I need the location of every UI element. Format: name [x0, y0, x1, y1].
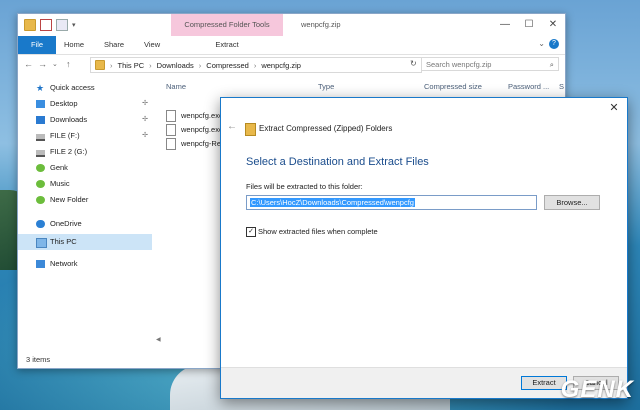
minimize-button[interactable]: — — [493, 14, 517, 36]
sidebar-item-new-folder[interactable]: New Folder — [18, 192, 152, 208]
address-bar[interactable]: › This PC › Downloads › Compressed › wen… — [90, 57, 422, 73]
column-header-compressed-size[interactable]: Compressed size — [424, 82, 482, 91]
zip-folder-icon — [245, 123, 256, 136]
desktop-icon — [36, 100, 45, 108]
destination-path-field[interactable]: C:\Users\HocZ\Downloads\Compressed\wenpc… — [246, 195, 537, 210]
browse-button[interactable]: Browse... — [544, 195, 600, 210]
column-header-name[interactable]: Name — [166, 82, 186, 91]
file-icon — [166, 138, 176, 151]
zip-folder-icon — [95, 60, 105, 70]
back-arrow-icon[interactable]: ← — [24, 59, 33, 69]
folder-icon — [36, 196, 45, 204]
sidebar-item-genk[interactable]: Genk — [18, 160, 152, 176]
column-header-type[interactable]: Type — [318, 82, 334, 91]
pin-icon: ✢ — [142, 100, 148, 107]
breadcrumb-downloads[interactable]: Downloads — [157, 61, 194, 70]
breadcrumb-this-pc[interactable]: This PC — [118, 61, 145, 70]
breadcrumb-compressed[interactable]: Compressed — [206, 61, 249, 70]
drive-icon — [36, 134, 45, 141]
breadcrumb-separator: › — [110, 60, 113, 70]
search-placeholder: Search wenpcfg.zip — [426, 60, 492, 69]
star-icon: ★ — [36, 83, 45, 93]
list-item[interactable]: wenpcfg.exe — [166, 109, 223, 123]
sidebar-item-music[interactable]: Music — [18, 176, 152, 192]
show-files-label[interactable]: Show extracted files when complete — [258, 227, 378, 236]
help-icon[interactable]: ? — [549, 39, 559, 49]
sidebar-item-desktop[interactable]: Desktop ✢ — [18, 96, 152, 112]
list-item[interactable]: wenpcfg.exe — [166, 123, 223, 137]
breadcrumb-wenpcfg-zip[interactable]: wenpcfg.zip — [261, 61, 301, 70]
network-icon — [36, 260, 45, 268]
search-input[interactable]: Search wenpcfg.zip ⌕ — [421, 57, 559, 71]
scroll-left-icon[interactable]: ◀ — [156, 337, 161, 343]
sidebar-item-file-2-g[interactable]: FILE 2 (G:) — [18, 144, 152, 160]
tab-share[interactable]: Share — [104, 36, 124, 54]
column-header-size[interactable]: S — [559, 82, 564, 91]
breadcrumb-separator: › — [149, 60, 152, 70]
quick-access-toolbar: ▾ — [24, 19, 76, 31]
status-bar-item-count: 3 items — [26, 355, 51, 364]
watermark-logo: GENK — [560, 376, 634, 403]
tab-view[interactable]: View — [144, 36, 160, 54]
exe-file-icon — [166, 110, 176, 123]
folder-icon — [36, 164, 45, 172]
pin-icon: ✢ — [142, 132, 148, 139]
tab-file[interactable]: File — [18, 36, 56, 54]
dialog-close-button[interactable]: ✕ — [605, 100, 623, 116]
show-files-checkbox[interactable]: ✓ — [246, 227, 256, 237]
destination-label: Files will be extracted to this folder: — [246, 182, 363, 191]
list-item[interactable]: wenpcfg-Re — [166, 137, 221, 151]
sidebar-item-file-f[interactable]: FILE (F:) ✢ — [18, 128, 152, 144]
sidebar-item-onedrive[interactable]: OneDrive — [18, 216, 152, 232]
sidebar-item-quick-access[interactable]: ★ Quick access — [18, 80, 152, 96]
tab-home[interactable]: Home — [64, 36, 84, 54]
address-row: ← → ⌄ ↑ › This PC › Downloads › Compress… — [18, 55, 565, 75]
sidebar-item-downloads[interactable]: Downloads ✢ — [18, 112, 152, 128]
drive-icon — [36, 150, 45, 157]
maximize-button[interactable]: ☐ — [517, 14, 541, 36]
column-header-password[interactable]: Password ... — [508, 82, 549, 91]
destination-path-value: C:\Users\HocZ\Downloads\Compressed\wenpc… — [250, 198, 415, 207]
sidebar-item-this-pc[interactable]: This PC — [18, 234, 152, 250]
pc-icon — [36, 238, 47, 248]
folder-icon — [36, 180, 45, 188]
navigation-pane: ★ Quick access Desktop ✢ Downloads ✢ FIL… — [18, 76, 152, 346]
forward-arrow-icon[interactable]: → — [38, 59, 47, 69]
breadcrumb-separator: › — [198, 60, 202, 70]
compressed-folder-tools-label: Compressed Folder Tools — [171, 14, 283, 36]
file-icon — [166, 124, 176, 137]
dialog-heading: Select a Destination and Extract Files — [246, 156, 429, 168]
onedrive-icon — [36, 220, 45, 228]
window-controls: — ☐ ✕ — [493, 14, 565, 36]
extract-dialog: ✕ ← Extract Compressed (Zipped) Folders … — [220, 97, 628, 399]
close-button[interactable]: ✕ — [541, 14, 565, 36]
up-arrow-icon[interactable]: ↑ — [66, 59, 71, 69]
expand-ribbon-icon[interactable]: ⌄ — [538, 39, 545, 48]
qat-dropdown-icon[interactable]: ▾ — [72, 21, 76, 29]
new-folder-icon[interactable] — [56, 19, 68, 31]
search-icon: ⌕ — [549, 60, 554, 69]
title-bar: ▾ Compressed Folder Tools wenpcfg.zip — … — [18, 14, 565, 36]
recent-locations-icon[interactable]: ⌄ — [52, 60, 58, 68]
breadcrumb-separator: › — [253, 60, 257, 70]
ribbon-tabs: File Home Share View Extract ⌄ ? — [18, 36, 565, 55]
properties-icon[interactable] — [40, 19, 52, 31]
refresh-icon[interactable]: ↻ — [410, 59, 417, 68]
dialog-back-arrow-icon[interactable]: ← — [227, 121, 237, 132]
folder-icon — [24, 19, 36, 31]
pin-icon: ✢ — [142, 116, 148, 123]
sidebar-item-network[interactable]: Network — [18, 256, 152, 272]
downloads-icon — [36, 116, 45, 124]
tab-extract[interactable]: Extract — [171, 36, 283, 54]
window-title: wenpcfg.zip — [301, 20, 341, 29]
dialog-title: Extract Compressed (Zipped) Folders — [259, 124, 393, 133]
